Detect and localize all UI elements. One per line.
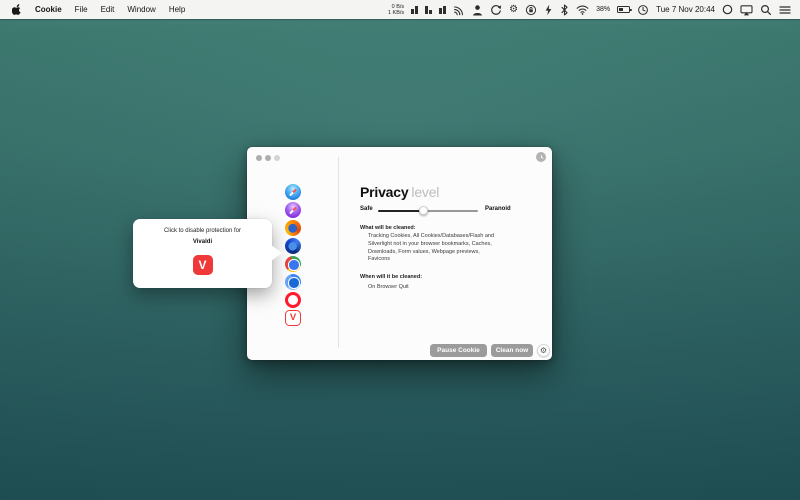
- tooltip-text: Click to disable protection for: [133, 228, 272, 234]
- time-machine-icon[interactable]: [637, 4, 649, 16]
- sidebar-browser-chromium-icon[interactable]: [285, 274, 301, 290]
- memory-graph-icon[interactable]: [425, 5, 432, 14]
- disk-graph-icon[interactable]: [439, 5, 446, 14]
- battery-percentage[interactable]: 38%: [596, 6, 610, 13]
- lock-icon[interactable]: [525, 4, 537, 16]
- window-controls: [256, 155, 280, 161]
- sidebar-browser-firefox-icon[interactable]: [285, 220, 301, 236]
- sidebar-browser-chrome-icon[interactable]: [285, 256, 301, 272]
- slider-label-safe: Safe: [360, 206, 373, 212]
- bolt-icon[interactable]: [544, 4, 553, 16]
- apple-icon: [12, 3, 22, 15]
- when-cleaned-value: On Browser Quit: [368, 284, 409, 292]
- settings-gear-button[interactable]: ⚙: [537, 344, 550, 357]
- menu-bar: Cookie File Edit Window Help 0 B/s 1 KB/…: [0, 0, 800, 19]
- window-close-button[interactable]: [256, 155, 262, 161]
- page-title: Privacylevel: [360, 185, 439, 200]
- user-icon[interactable]: [472, 4, 483, 16]
- what-cleaned-heading: What will be cleaned:: [360, 225, 416, 231]
- airplay-display-icon[interactable]: [740, 4, 753, 16]
- ring-icon[interactable]: [722, 4, 733, 15]
- net-down-label: 1 KB/s: [388, 10, 404, 16]
- sidebar-divider: [338, 157, 339, 348]
- search-icon[interactable]: [760, 4, 772, 16]
- menu-edit[interactable]: Edit: [101, 5, 115, 14]
- battery-icon[interactable]: [617, 6, 630, 13]
- pause-cookie-button[interactable]: Pause Cookie: [430, 344, 487, 357]
- menu-file[interactable]: File: [75, 5, 88, 14]
- compass-needle-icon: [289, 206, 297, 214]
- network-throughput[interactable]: 0 B/s 1 KB/s: [388, 4, 404, 16]
- menu-window[interactable]: Window: [127, 5, 155, 14]
- signal-fan-icon[interactable]: [453, 4, 465, 16]
- wifi-icon[interactable]: [576, 4, 589, 15]
- when-cleaned-heading: When will it be cleaned:: [360, 274, 422, 280]
- privacy-slider-thumb[interactable]: [419, 206, 428, 215]
- slider-track-left[interactable]: [378, 210, 424, 212]
- window-minimize-button[interactable]: [265, 155, 271, 161]
- menu-help[interactable]: Help: [169, 5, 185, 14]
- vivaldi-icon: [193, 255, 213, 275]
- menu-bar-clock[interactable]: Tue 7 Nov 20:44: [656, 5, 715, 14]
- slider-label-paranoid: Paranoid: [485, 206, 511, 212]
- cookie-app-window: Privacylevel Safe Paranoid What will be …: [247, 147, 552, 360]
- compass-needle-icon: [289, 188, 297, 196]
- timer-button[interactable]: [536, 152, 546, 162]
- title-level: level: [411, 184, 439, 200]
- protection-tooltip: Click to disable protection for Vivaldi: [133, 219, 272, 288]
- bluetooth-icon[interactable]: [560, 4, 569, 16]
- sidebar-browser-safari-tech-preview-icon[interactable]: [285, 202, 301, 218]
- apple-menu[interactable]: [12, 3, 22, 17]
- gear-icon[interactable]: ⚙: [509, 5, 518, 15]
- window-zoom-button[interactable]: [274, 155, 280, 161]
- tooltip-browser-name: Vivaldi: [133, 239, 272, 245]
- clock-hands-icon: [538, 154, 545, 161]
- list-icon[interactable]: [779, 4, 791, 16]
- title-privacy: Privacy: [360, 184, 408, 200]
- desktop: Cookie File Edit Window Help 0 B/s 1 KB/…: [0, 0, 800, 500]
- clean-now-button[interactable]: Clean now: [491, 344, 533, 357]
- sidebar-browser-safari-icon[interactable]: [285, 184, 301, 200]
- sync-icon[interactable]: [490, 4, 502, 16]
- what-cleaned-body: Tracking Cookies, All Cookies/Databases/…: [368, 233, 494, 264]
- sidebar-browser-firefox-nightly-icon[interactable]: [285, 238, 301, 254]
- sidebar-browser-opera-icon[interactable]: [285, 292, 301, 308]
- menu-app-cookie[interactable]: Cookie: [35, 5, 62, 14]
- cpu-graph-icon[interactable]: [411, 5, 418, 14]
- sidebar-browser-vivaldi-icon[interactable]: [285, 310, 301, 326]
- slider-track-right[interactable]: [424, 210, 478, 212]
